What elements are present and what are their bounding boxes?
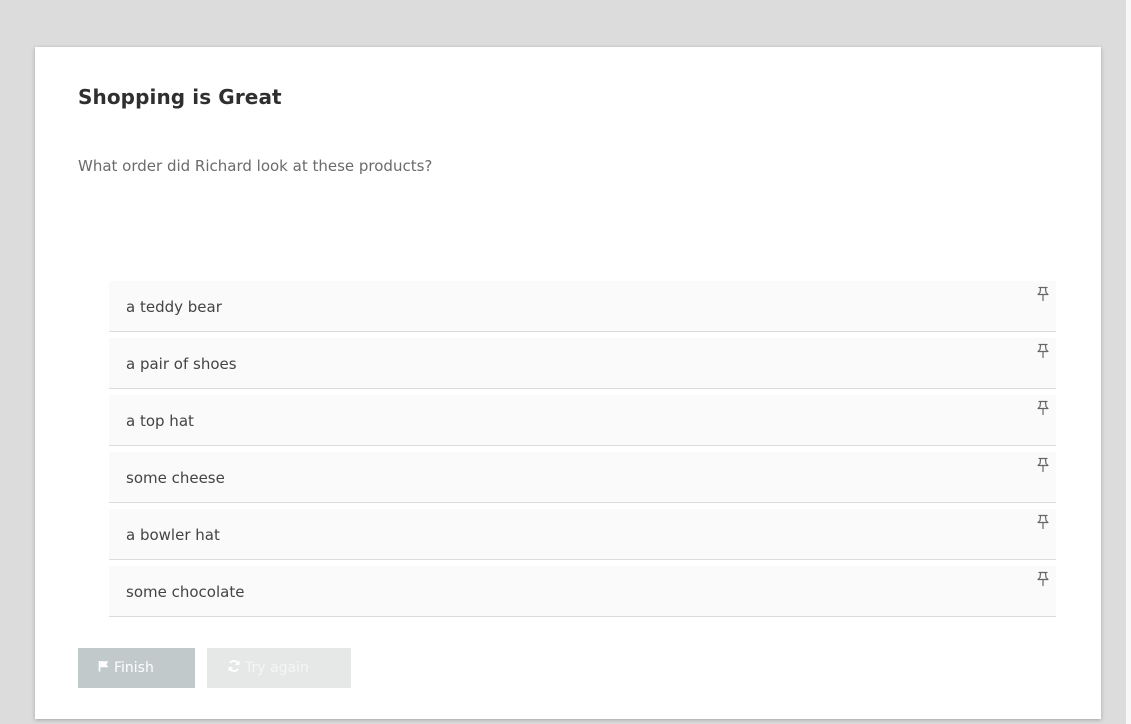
list-item-label: a bowler hat <box>126 526 220 544</box>
pushpin-icon[interactable] <box>1036 457 1050 473</box>
finish-button[interactable]: Finish <box>78 648 195 688</box>
pushpin-icon[interactable] <box>1036 286 1050 302</box>
scrollbar-track <box>1126 0 1131 724</box>
try-again-button[interactable]: Try again <box>207 648 351 688</box>
list-item[interactable]: some cheese <box>109 452 1056 503</box>
list-item-label: a teddy bear <box>126 298 222 316</box>
pushpin-icon[interactable] <box>1036 400 1050 416</box>
list-item-label: some chocolate <box>126 583 245 601</box>
pushpin-icon[interactable] <box>1036 514 1050 530</box>
list-item[interactable]: some chocolate <box>109 566 1056 617</box>
task-card: Shopping is Great What order did Richard… <box>35 47 1101 719</box>
list-item-label: a pair of shoes <box>126 355 237 373</box>
pushpin-icon[interactable] <box>1036 571 1050 587</box>
try-again-button-label: Try again <box>245 660 309 676</box>
list-item[interactable]: a bowler hat <box>109 509 1056 560</box>
list-item-label: a top hat <box>126 412 194 430</box>
list-item[interactable]: a teddy bear <box>109 281 1056 332</box>
task-title: Shopping is Great <box>78 85 282 109</box>
pushpin-icon[interactable] <box>1036 343 1050 359</box>
refresh-icon <box>227 659 245 677</box>
finish-button-label: Finish <box>114 660 154 676</box>
task-question: What order did Richard look at these pro… <box>78 157 433 175</box>
flag-icon <box>98 660 114 676</box>
sortable-list: a teddy bear a pair of shoes a top hat s… <box>109 281 1056 623</box>
list-item[interactable]: a top hat <box>109 395 1056 446</box>
list-item-label: some cheese <box>126 469 225 487</box>
list-item[interactable]: a pair of shoes <box>109 338 1056 389</box>
